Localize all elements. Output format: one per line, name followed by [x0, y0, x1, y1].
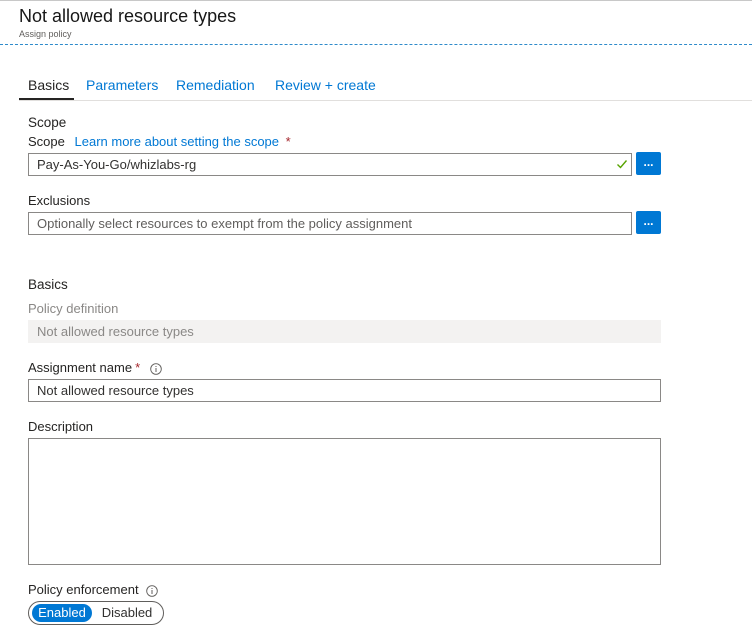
scope-value: Pay-As-You-Go/whizlabs-rg	[37, 157, 197, 172]
tab-review-create[interactable]: Review + create	[275, 76, 376, 98]
header-divider	[0, 44, 752, 45]
tab-parameters[interactable]: Parameters	[86, 76, 158, 98]
policy-definition-field: Not allowed resource types	[28, 320, 661, 343]
scope-section-title: Scope	[28, 115, 67, 130]
assignment-name-label: Assignment name	[28, 360, 133, 375]
info-icon[interactable]	[149, 362, 162, 375]
exclusions-label: Exclusions	[28, 193, 91, 208]
info-icon[interactable]	[146, 584, 158, 597]
scope-browse-button[interactable]: ...	[636, 152, 661, 175]
scope-label: Scope	[28, 134, 65, 149]
policy-enforcement-label-row: Policy enforcement	[28, 582, 158, 597]
exclusions-browse-button[interactable]: ...	[636, 211, 661, 234]
enforcement-disabled-option[interactable]: Disabled	[96, 604, 158, 622]
required-indicator: *	[135, 360, 141, 375]
exclusions-placeholder: Optionally select resources to exempt fr…	[37, 216, 413, 231]
basics-section-title: Basics	[28, 277, 68, 292]
enforcement-enabled-option[interactable]: Enabled	[32, 604, 92, 622]
assignment-name-label-row: Assignment name *	[28, 360, 162, 375]
tab-remediation-label: Remediation	[176, 77, 255, 93]
description-textarea[interactable]	[28, 438, 661, 565]
tab-review-create-label: Review + create	[275, 77, 376, 93]
assignment-name-value: Not allowed resource types	[37, 383, 194, 398]
assignment-name-field[interactable]: Not allowed resource types	[28, 379, 661, 402]
page-subtitle: Assign policy	[19, 29, 72, 39]
tab-basics[interactable]: Basics	[19, 76, 74, 100]
description-label: Description	[28, 419, 94, 434]
policy-definition-value: Not allowed resource types	[37, 324, 194, 339]
checkmark-icon	[617, 160, 628, 169]
top-divider	[0, 0, 752, 1]
scope-label-row: Scope Learn more about setting the scope…	[28, 134, 291, 149]
active-tab-indicator	[19, 98, 74, 100]
learn-more-scope-link[interactable]: Learn more about setting the scope	[75, 134, 280, 149]
page-title: Not allowed resource types	[19, 6, 237, 26]
scope-field[interactable]: Pay-As-You-Go/whizlabs-rg	[28, 153, 632, 176]
policy-definition-label: Policy definition	[28, 301, 119, 316]
exclusions-field[interactable]: Optionally select resources to exempt fr…	[28, 212, 632, 235]
tab-bar: Basics Parameters Remediation Review + c…	[19, 76, 752, 101]
tab-basics-label: Basics	[28, 77, 70, 93]
tab-remediation[interactable]: Remediation	[176, 76, 255, 98]
assign-policy-page: Not allowed resource types Assign policy…	[0, 0, 752, 636]
policy-enforcement-toggle: Enabled Disabled	[28, 601, 164, 625]
required-indicator: *	[285, 134, 291, 149]
policy-enforcement-label: Policy enforcement	[28, 582, 139, 597]
tab-parameters-label: Parameters	[86, 77, 159, 93]
